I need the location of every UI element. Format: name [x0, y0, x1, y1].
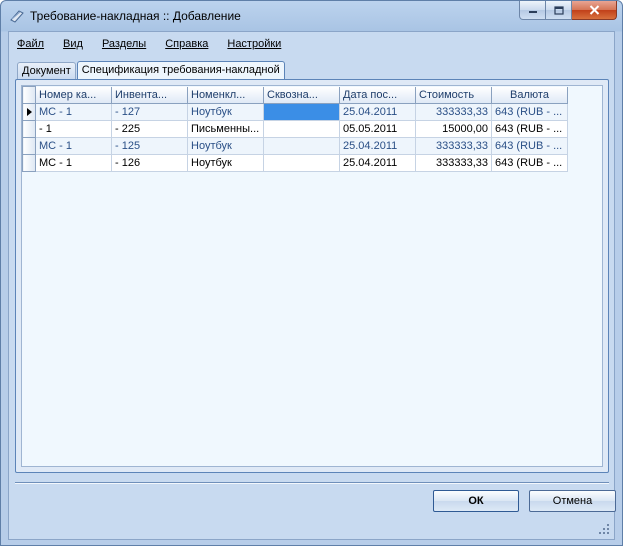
cell-card-number[interactable]: - 1 [35, 120, 112, 138]
maximize-icon [553, 5, 564, 15]
window-title: Требование-накладная :: Добавление [30, 9, 241, 23]
table-row[interactable]: МС - 1 - 126 Ноутбук 25.04.2011 333333,3… [22, 154, 568, 172]
cell-date[interactable]: 25.04.2011 [339, 154, 416, 172]
tab-strip: Документ Спецификация требования-накладн… [17, 61, 286, 80]
maximize-button[interactable] [546, 1, 572, 20]
menu-bar: Файл Вид Разделы Справка Настройки [9, 32, 614, 56]
tab-specification[interactable]: Спецификация требования-накладной [76, 61, 285, 80]
cell-nomenclature[interactable]: Письменны... [187, 120, 264, 138]
app-icon [10, 10, 24, 23]
cell-currency[interactable]: 643 (RUB - ... [491, 154, 568, 172]
cell-through[interactable] [263, 103, 340, 121]
cell-card-number[interactable]: МС - 1 [35, 154, 112, 172]
column-header-currency[interactable]: Валюта [491, 86, 568, 104]
cell-card-number[interactable]: МС - 1 [35, 103, 112, 121]
specification-panel: Номер ка... Инвента... Номенкл... Сквозн… [15, 79, 609, 473]
menu-file[interactable]: Файл [17, 38, 44, 50]
row-indicator[interactable] [22, 120, 36, 138]
cell-inventory[interactable]: - 126 [111, 154, 188, 172]
ok-button[interactable]: ОК [433, 490, 519, 512]
menu-help[interactable]: Справка [165, 38, 208, 50]
column-header-through[interactable]: Сквозна... [263, 86, 340, 104]
row-indicator[interactable] [22, 154, 36, 172]
tab-document[interactable]: Документ [17, 62, 76, 80]
column-header-cost[interactable]: Стоимость [415, 86, 492, 104]
cell-cost[interactable]: 333333,33 [415, 103, 492, 121]
menu-view[interactable]: Вид [63, 38, 83, 50]
title-bar[interactable]: Требование-накладная :: Добавление [1, 1, 622, 31]
close-button[interactable] [572, 1, 617, 20]
cell-through[interactable] [263, 137, 340, 155]
current-row-arrow-icon [27, 108, 32, 116]
column-header-date[interactable]: Дата пос... [339, 86, 416, 104]
cell-inventory[interactable]: - 225 [111, 120, 188, 138]
cell-through[interactable] [263, 154, 340, 172]
column-header-inventory[interactable]: Инвента... [111, 86, 188, 104]
table-row[interactable]: МС - 1 - 127 Ноутбук 25.04.2011 333333,3… [22, 103, 568, 121]
cell-inventory[interactable]: - 127 [111, 103, 188, 121]
minimize-icon [528, 11, 537, 13]
cell-inventory[interactable]: - 125 [111, 137, 188, 155]
cell-through[interactable] [263, 120, 340, 138]
row-indicator-header [22, 86, 36, 104]
cell-currency[interactable]: 643 (RUB - ... [491, 103, 568, 121]
column-header-nomenclature[interactable]: Номенкл... [187, 86, 264, 104]
cell-date[interactable]: 25.04.2011 [339, 103, 416, 121]
footer-separator [15, 482, 609, 484]
client-area: Файл Вид Разделы Справка Настройки Докум… [8, 31, 616, 540]
specification-grid[interactable]: Номер ка... Инвента... Номенкл... Сквозн… [21, 85, 603, 467]
cell-date[interactable]: 05.05.2011 [339, 120, 416, 138]
main-window: Требование-накладная :: Добавление Файл … [0, 0, 623, 546]
table-row[interactable]: МС - 1 - 125 Ноутбук 25.04.2011 333333,3… [22, 137, 568, 155]
cell-nomenclature[interactable]: Ноутбук [187, 154, 264, 172]
menu-sections[interactable]: Разделы [102, 38, 146, 50]
cancel-button[interactable]: Отмена [529, 490, 616, 512]
grid-header-row: Номер ка... Инвента... Номенкл... Сквозн… [22, 86, 568, 104]
grid-table: Номер ка... Инвента... Номенкл... Сквозн… [22, 86, 568, 172]
minimize-button[interactable] [519, 1, 546, 20]
cell-nomenclature[interactable]: Ноутбук [187, 103, 264, 121]
row-indicator[interactable] [22, 137, 36, 155]
cell-cost[interactable]: 15000,00 [415, 120, 492, 138]
column-header-card-number[interactable]: Номер ка... [35, 86, 112, 104]
table-row[interactable]: - 1 - 225 Письменны... 05.05.2011 15000,… [22, 120, 568, 138]
cell-date[interactable]: 25.04.2011 [339, 137, 416, 155]
cell-currency[interactable]: 643 (RUB - ... [491, 120, 568, 138]
resize-grip-icon[interactable] [598, 523, 610, 535]
menu-settings[interactable]: Настройки [227, 38, 281, 50]
close-icon [589, 5, 599, 15]
cell-cost[interactable]: 333333,33 [415, 137, 492, 155]
cell-currency[interactable]: 643 (RUB - ... [491, 137, 568, 155]
cell-cost[interactable]: 333333,33 [415, 154, 492, 172]
cell-nomenclature[interactable]: Ноутбук [187, 137, 264, 155]
row-indicator[interactable] [22, 103, 36, 121]
cell-card-number[interactable]: МС - 1 [35, 137, 112, 155]
